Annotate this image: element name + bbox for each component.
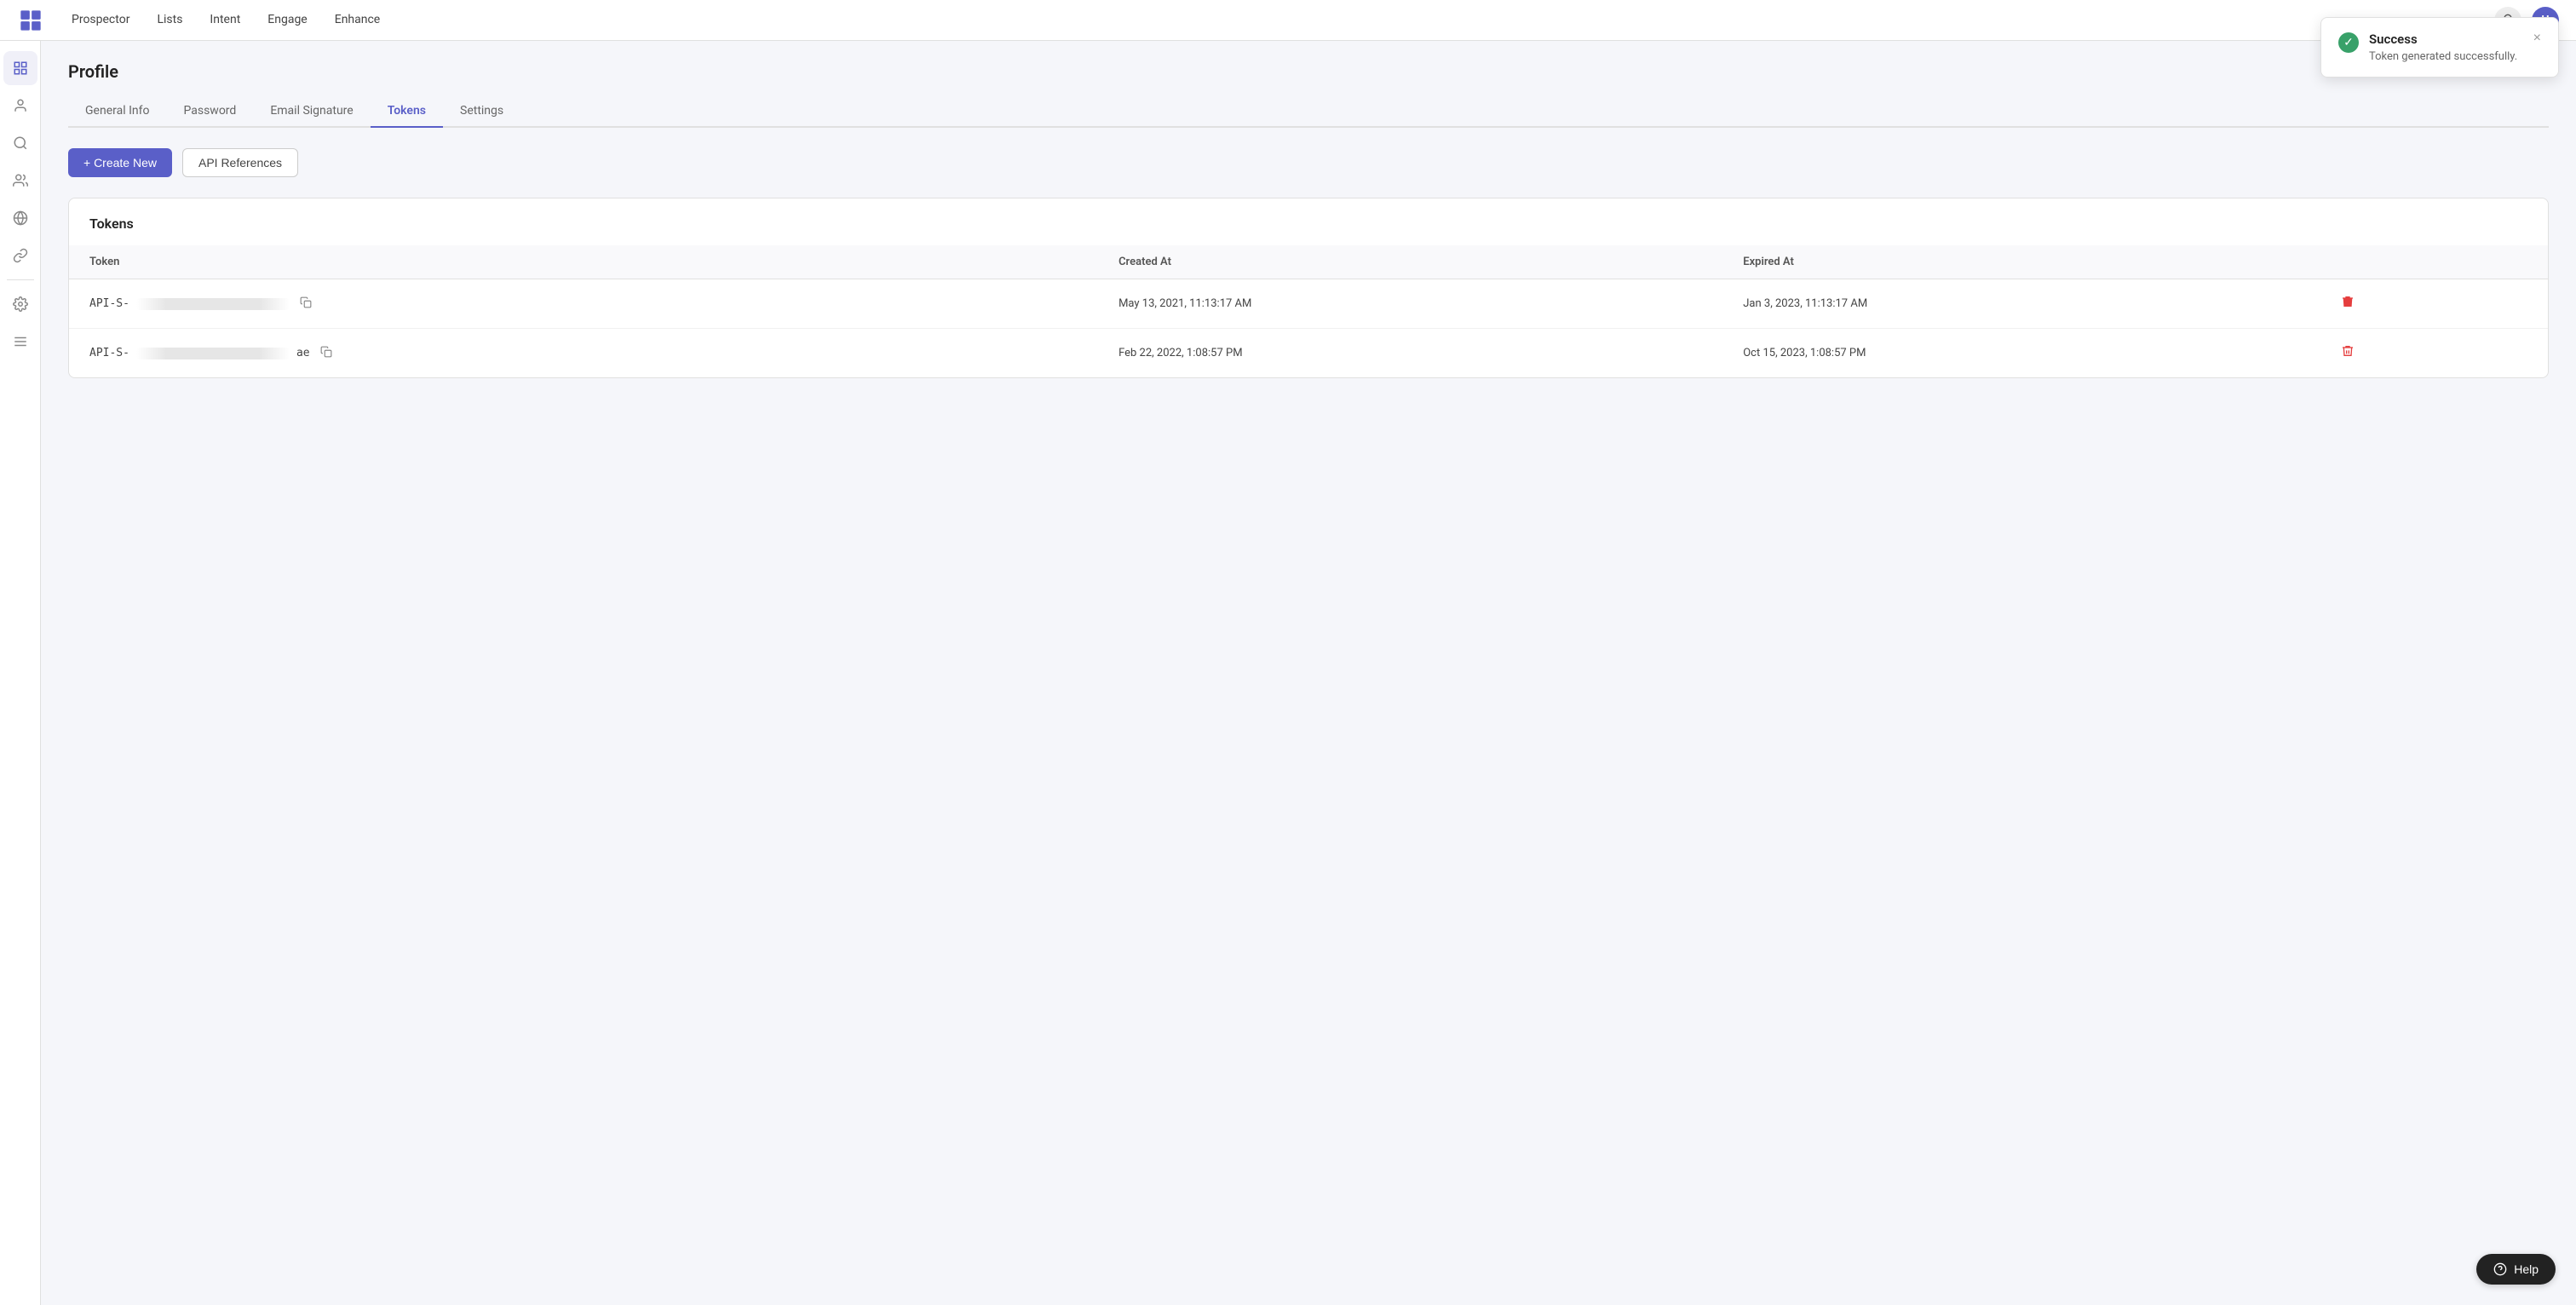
column-created-at: Created At [1098,245,1722,279]
token-prefix-1: API-S- [89,297,129,310]
sidebar-divider [7,279,34,280]
nav-lists[interactable]: Lists [157,1,182,40]
nav-enhance[interactable]: Enhance [335,1,381,40]
help-label: Help [2514,1262,2539,1276]
sidebar-home-icon[interactable] [3,51,37,85]
delete-cell-2 [2315,329,2548,378]
tab-general-info[interactable]: General Info [68,95,166,128]
tokens-table-body: API-S- May 13, 2021, 11:13:17 [69,279,2548,378]
toast-content: Success Token generated successfully. [2369,32,2523,63]
token-cell-1: API-S- [69,279,1098,329]
delete-cell-1 [2315,279,2548,329]
tokens-section-title: Tokens [69,198,2548,245]
action-bar: + Create New API References [68,148,2549,177]
delete-token-2-button[interactable] [2336,341,2360,365]
sidebar [0,41,41,1305]
tokens-section: Tokens Token Created At Expired At [68,198,2549,378]
success-toast: ✓ Success Token generated successfully. … [2320,17,2559,78]
delete-token-1-button[interactable] [2336,291,2360,316]
token-blurred-2 [136,348,290,359]
token-value-1: API-S- [89,295,1078,313]
sidebar-people-icon[interactable] [3,164,37,198]
tab-password[interactable]: Password [166,95,253,128]
token-blurred-1 [136,298,290,310]
column-expired-at: Expired At [1722,245,2315,279]
expired-at-2: Oct 15, 2023, 1:08:57 PM [1722,329,2315,378]
token-cell-2: API-S- ae [69,329,1098,378]
toast-message: Token generated successfully. [2369,50,2523,63]
page-title: Profile [68,61,2549,82]
main-layout: Profile General Info Password Email Sign… [0,41,2576,1305]
tab-tokens[interactable]: Tokens [371,95,443,128]
help-button[interactable]: Help [2476,1254,2556,1285]
sidebar-settings-icon[interactable] [3,287,37,321]
create-new-button[interactable]: + Create New [68,148,172,177]
app-logo[interactable] [17,7,44,34]
tab-email-signature[interactable]: Email Signature [253,95,370,128]
created-at-2: Feb 22, 2022, 1:08:57 PM [1098,329,1722,378]
table-row: API-S- May 13, 2021, 11:13:17 [69,279,2548,329]
created-at-1: May 13, 2021, 11:13:17 AM [1098,279,1722,329]
column-actions [2315,245,2548,279]
top-nav: Prospector Lists Intent Engage Enhance U [0,0,2576,41]
api-references-button[interactable]: API References [182,148,298,177]
sidebar-user-icon[interactable] [3,89,37,123]
expired-at-1: Jan 3, 2023, 11:13:17 AM [1722,279,2315,329]
token-value-2: API-S- ae [89,344,1078,362]
tokens-table-header: Token Created At Expired At [69,245,2548,279]
sidebar-globe-icon[interactable] [3,201,37,235]
main-content: Profile General Info Password Email Sign… [41,41,2576,1305]
toast-title: Success [2369,32,2523,47]
nav-engage[interactable]: Engage [267,1,307,40]
sidebar-link-icon[interactable] [3,239,37,273]
sidebar-layers-icon[interactable] [3,325,37,359]
tokens-table: Token Created At Expired At API-S- [69,245,2548,377]
tab-settings[interactable]: Settings [443,95,520,128]
token-suffix-2: ae [296,347,310,359]
nav-prospector[interactable]: Prospector [72,1,129,40]
nav-intent[interactable]: Intent [210,1,240,40]
profile-tabs: General Info Password Email Signature To… [68,95,2549,128]
copy-token-1-button[interactable] [296,295,315,313]
column-token: Token [69,245,1098,279]
copy-token-2-button[interactable] [317,344,336,362]
toast-close-button[interactable]: × [2533,32,2541,45]
table-row: API-S- ae Feb [69,329,2548,378]
sidebar-search-icon[interactable] [3,126,37,160]
token-prefix-2: API-S- [89,347,129,359]
toast-success-icon: ✓ [2338,32,2359,53]
